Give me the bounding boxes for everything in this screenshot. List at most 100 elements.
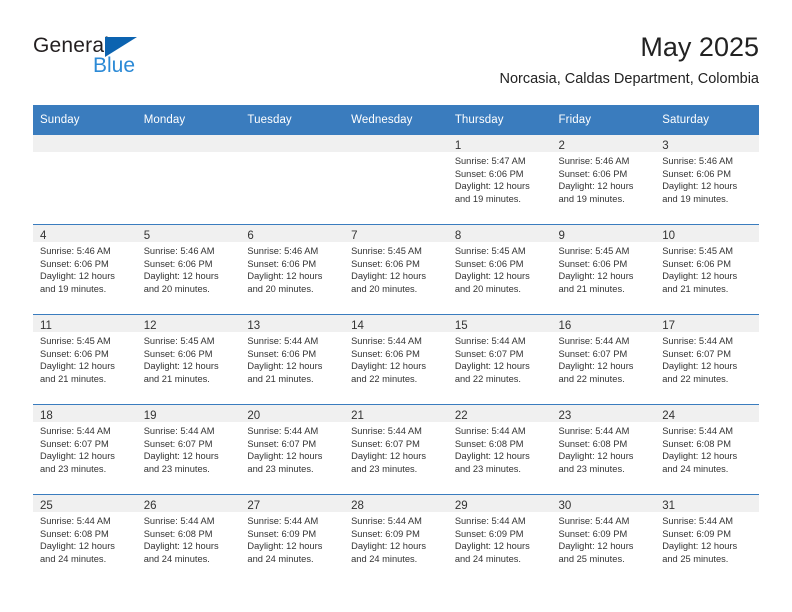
day-number-band: 14	[344, 315, 448, 332]
daylight-line-1: Daylight: 12 hours	[143, 451, 219, 462]
sunset-line: Sunset: 6:09 PM	[558, 528, 628, 539]
day-cell[interactable]: 18 Sunrise: 5:44 AM Sunset: 6:07 PM Dayligh…	[33, 404, 137, 495]
day-cell[interactable]: 30 Sunrise: 5:44 AM Sunset: 6:09 PM Dayligh…	[551, 494, 656, 584]
day-number-band: 2	[551, 135, 656, 152]
day-number-band: 5	[136, 225, 241, 242]
daylight-line-2: and 22 minutes.	[558, 373, 625, 384]
day-cell[interactable]: 1 Sunrise: 5:47 AM Sunset: 6:06 PM Daylight…	[447, 135, 552, 225]
sunrise-line: Sunrise: 5:44 AM	[351, 516, 422, 526]
sunrise-line: Sunrise: 5:44 AM	[454, 336, 526, 346]
sunrise-line: Sunrise: 5:45 AM	[662, 246, 734, 256]
day-details: Sunrise: 5:46 AM Sunset: 6:06 PM Daylight:…	[33, 242, 137, 295]
weekday-header-saturday: Saturday	[655, 105, 759, 135]
sunrise-line: Sunrise: 5:46 AM	[40, 246, 111, 256]
day-cell[interactable]: 27 Sunrise: 5:44 AM Sunset: 6:09 PM Dayligh…	[240, 494, 345, 584]
day-number-band: 23	[551, 405, 656, 422]
day-cell[interactable]: 10 Sunrise: 5:45 AM Sunset: 6:06 PM Dayligh…	[655, 224, 759, 315]
daylight-line-2: and 21 minutes.	[143, 373, 210, 384]
day-cell[interactable]: 26 Sunrise: 5:44 AM Sunset: 6:08 PM Dayligh…	[136, 494, 241, 584]
calendar-header-row: Sunday Monday Tuesday Wednesday Thursday Frid…	[33, 105, 759, 135]
daylight-line-1: Daylight: 12 hours	[662, 541, 738, 552]
day-cell[interactable]: 31 Sunrise: 5:44 AM Sunset: 6:09 PM Dayligh…	[655, 494, 759, 584]
day-number-band: 24	[655, 405, 759, 422]
day-cell[interactable]: 6 Sunrise: 5:46 AM Sunset: 6:06 PM Daylight…	[240, 224, 345, 315]
day-cell[interactable]: 11 Sunrise: 5:45 AM Sunset: 6:06 PM Dayligh…	[33, 314, 137, 405]
day-cell[interactable]: 21 Sunrise: 5:44 AM Sunset: 6:07 PM Dayligh…	[344, 404, 448, 495]
day-cell[interactable]: 16 Sunrise: 5:44 AM Sunset: 6:07 PM Dayligh…	[551, 314, 656, 405]
day-cell[interactable]: 17 Sunrise: 5:44 AM Sunset: 6:07 PM Dayligh…	[655, 314, 759, 405]
day-cell[interactable]: 23 Sunrise: 5:44 AM Sunset: 6:08 PM Dayligh…	[551, 404, 656, 495]
daylight-line-1: Daylight: 12 hours	[40, 451, 115, 462]
day-cell[interactable]: 3 Sunrise: 5:46 AM Sunset: 6:06 PM Daylight…	[655, 135, 759, 225]
daylight-line-1: Daylight: 12 hours	[454, 451, 530, 462]
day-number: 28	[351, 500, 364, 512]
day-cell[interactable]: 19 Sunrise: 5:44 AM Sunset: 6:07 PM Dayligh…	[136, 404, 241, 495]
day-cell[interactable]: 5 Sunrise: 5:46 AM Sunset: 6:06 PM Daylight…	[136, 224, 241, 315]
day-number: 3	[662, 140, 669, 152]
day-details: Sunrise: 5:44 AM Sunset: 6:06 PM Daylight:…	[344, 332, 448, 385]
daylight-line-2: and 19 minutes.	[40, 283, 107, 294]
day-number-band: 25	[33, 495, 137, 512]
sunrise-line: Sunrise: 5:44 AM	[558, 516, 630, 526]
sunset-line: Sunset: 6:06 PM	[454, 258, 524, 269]
day-number: 21	[351, 410, 364, 422]
daylight-line-2: and 21 minutes.	[558, 283, 625, 294]
day-number-band: 6	[240, 225, 345, 242]
day-cell[interactable]: 13 Sunrise: 5:44 AM Sunset: 6:06 PM Dayligh…	[240, 314, 345, 405]
day-details: Sunrise: 5:44 AM Sunset: 6:07 PM Daylight:…	[33, 422, 137, 475]
sunset-line: Sunset: 6:07 PM	[40, 438, 109, 449]
day-number-band: 17	[655, 315, 759, 332]
daylight-line-2: and 19 minutes.	[454, 193, 521, 204]
sunset-line: Sunset: 6:06 PM	[662, 168, 731, 179]
sunset-line: Sunset: 6:06 PM	[351, 258, 420, 269]
day-cell[interactable]: 2 Sunrise: 5:46 AM Sunset: 6:06 PM Daylight…	[551, 135, 656, 225]
sunrise-line: Sunrise: 5:44 AM	[454, 426, 526, 436]
day-number-band	[240, 135, 345, 152]
day-number: 13	[247, 320, 261, 332]
daylight-line-1: Daylight: 12 hours	[247, 361, 323, 372]
daylight-line-2: and 23 minutes.	[143, 463, 210, 474]
day-details: Sunrise: 5:44 AM Sunset: 6:09 PM Daylight:…	[448, 512, 552, 565]
sunrise-line: Sunrise: 5:46 AM	[143, 246, 215, 256]
day-cell[interactable]: 15 Sunrise: 5:44 AM Sunset: 6:07 PM Dayligh…	[447, 314, 552, 405]
day-number: 23	[558, 410, 572, 422]
day-cell[interactable]: 20 Sunrise: 5:44 AM Sunset: 6:07 PM Dayligh…	[240, 404, 345, 495]
day-cell[interactable]: 29 Sunrise: 5:44 AM Sunset: 6:09 PM Dayligh…	[447, 494, 552, 584]
day-cell[interactable]: 14 Sunrise: 5:44 AM Sunset: 6:06 PM Dayligh…	[344, 314, 448, 405]
day-cell[interactable]: 8 Sunrise: 5:45 AM Sunset: 6:06 PM Daylight…	[447, 224, 552, 315]
day-number-band: 11	[33, 315, 137, 332]
daylight-line-1: Daylight: 12 hours	[558, 541, 634, 552]
day-cell[interactable]: 25 Sunrise: 5:44 AM Sunset: 6:08 PM Dayligh…	[33, 494, 137, 584]
daylight-line-1: Daylight: 12 hours	[351, 361, 427, 372]
day-number-band: 18	[33, 405, 137, 422]
daylight-line-2: and 22 minutes.	[662, 373, 729, 384]
day-number-band: 13	[240, 315, 345, 332]
daylight-line-1: Daylight: 12 hours	[40, 541, 115, 552]
day-cell[interactable]: 7 Sunrise: 5:45 AM Sunset: 6:06 PM Daylight…	[344, 224, 448, 315]
sunrise-line: Sunrise: 5:44 AM	[351, 336, 422, 346]
day-number: 6	[247, 230, 254, 242]
day-cell[interactable]: 28 Sunrise: 5:44 AM Sunset: 6:09 PM Dayligh…	[344, 494, 448, 584]
page-title: May 2025	[640, 32, 759, 62]
day-cell[interactable]: 9 Sunrise: 5:45 AM Sunset: 6:06 PM Daylight…	[551, 224, 656, 315]
day-cell[interactable]: 22 Sunrise: 5:44 AM Sunset: 6:08 PM Dayligh…	[447, 404, 552, 495]
day-details	[33, 152, 137, 155]
day-number: 11	[40, 320, 52, 332]
day-number: 26	[143, 500, 157, 512]
day-details: Sunrise: 5:44 AM Sunset: 6:08 PM Daylight:…	[448, 422, 552, 475]
calendar-table: Sunday Monday Tuesday Wednesday Thursday Frid…	[33, 105, 759, 584]
day-number: 15	[454, 320, 468, 332]
day-number-band: 10	[655, 225, 759, 242]
day-cell[interactable]: 4 Sunrise: 5:46 AM Sunset: 6:06 PM Daylight…	[33, 224, 137, 315]
day-details: Sunrise: 5:44 AM Sunset: 6:07 PM Daylight:…	[137, 422, 241, 475]
sunset-line: Sunset: 6:08 PM	[662, 438, 731, 449]
day-number-band: 19	[136, 405, 241, 422]
day-details: Sunrise: 5:44 AM Sunset: 6:08 PM Daylight:…	[655, 422, 759, 475]
sunset-line: Sunset: 6:08 PM	[40, 528, 109, 539]
page-subtitle: Norcasia, Caldas Department, Colombia	[499, 71, 760, 87]
daylight-line-2: and 19 minutes.	[662, 193, 729, 204]
daylight-line-1: Daylight: 12 hours	[558, 181, 634, 192]
day-cell[interactable]: 24 Sunrise: 5:44 AM Sunset: 6:08 PM Dayligh…	[655, 404, 759, 495]
general-blue-logo[interactable]: General Blue	[33, 34, 233, 90]
day-cell[interactable]: 12 Sunrise: 5:45 AM Sunset: 6:06 PM Dayligh…	[136, 314, 241, 405]
